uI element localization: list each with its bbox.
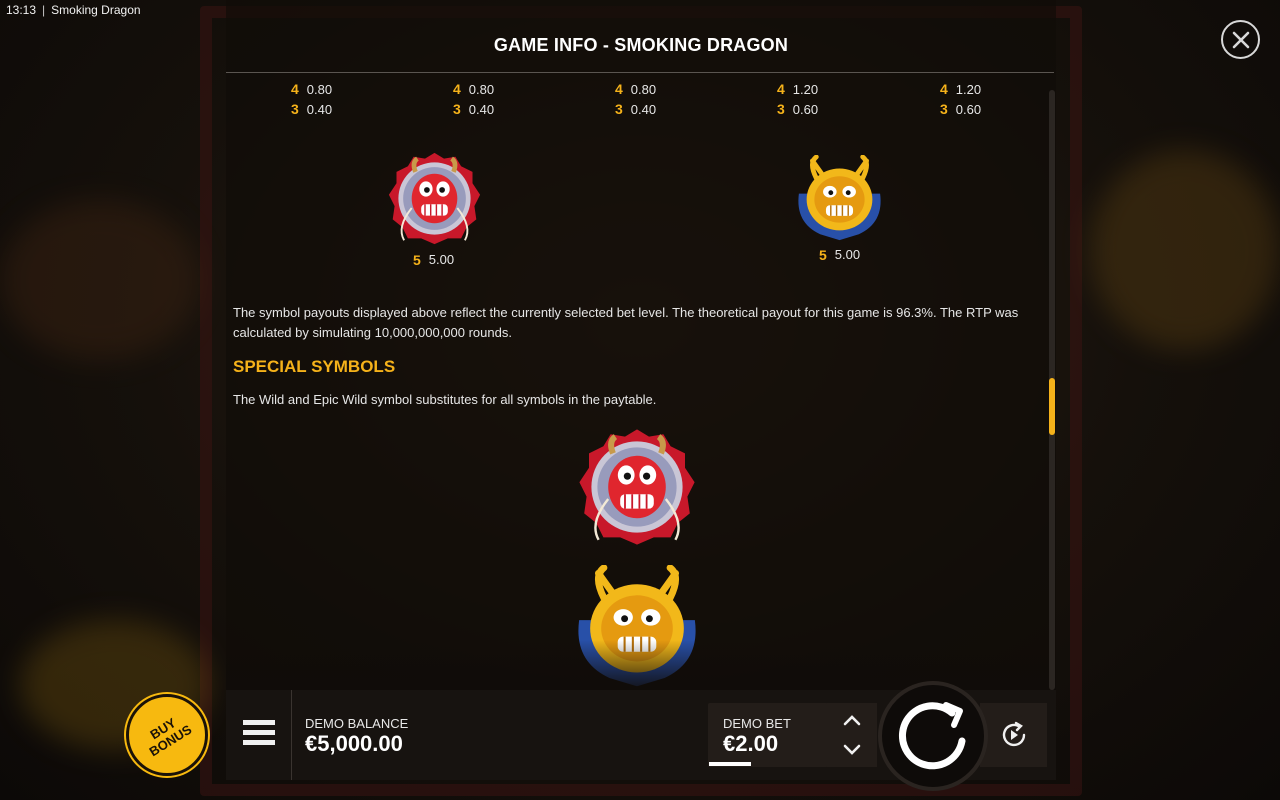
spin-button[interactable] bbox=[878, 681, 988, 791]
wild-symbol bbox=[577, 426, 697, 548]
status-separator: | bbox=[42, 3, 46, 17]
symbol-count: 3 bbox=[940, 101, 948, 117]
autoplay-button[interactable] bbox=[980, 703, 1047, 767]
symbol-count: 4 bbox=[940, 81, 948, 97]
red-dragon-symbol bbox=[387, 151, 482, 246]
payout-value: 0.40 bbox=[630, 101, 657, 117]
pay-row-3: 3 0.40 bbox=[615, 99, 705, 119]
special-symbols-heading: SPECIAL SYMBOLS bbox=[233, 357, 396, 376]
gold-dragon-symbol bbox=[791, 154, 888, 242]
symbol-count: 4 bbox=[777, 81, 785, 97]
menu-button[interactable] bbox=[243, 720, 275, 752]
pay-row-3: 3 0.40 bbox=[453, 99, 543, 119]
wild-dragon-icon bbox=[579, 429, 695, 545]
bet-value: €2.00 bbox=[723, 731, 779, 756]
paytable-column: 4 0.80 3 0.40 bbox=[291, 79, 381, 119]
red-dragon-icon bbox=[388, 152, 481, 245]
pay-row-3: 3 0.40 bbox=[291, 99, 381, 119]
bet-adjust-buttons[interactable] bbox=[827, 703, 877, 767]
buy-bonus-button[interactable]: BUY BONUS bbox=[126, 694, 208, 776]
special-symbols-description: The Wild and Epic Wild symbol substitute… bbox=[233, 392, 657, 407]
scrollbar-thumb[interactable] bbox=[1049, 378, 1055, 435]
buy-bonus-label: BUY BONUS bbox=[146, 715, 195, 760]
paytable-column: 4 1.20 3 0.60 bbox=[777, 79, 867, 119]
symbol-count: 4 bbox=[291, 81, 299, 97]
paytable-column: 4 0.80 3 0.40 bbox=[453, 79, 543, 119]
background-blob bbox=[0, 200, 200, 360]
balance-value: €5,000.00 bbox=[305, 731, 403, 756]
app-name: Smoking Dragon bbox=[51, 3, 141, 17]
paytable-column: 4 1.20 3 0.60 bbox=[940, 79, 1030, 119]
pay-row-4: 4 1.20 bbox=[777, 79, 867, 99]
gold-dragon-payout: 5 5.00 bbox=[819, 247, 860, 263]
clock: 13:13 bbox=[6, 3, 37, 17]
info-content[interactable]: 4 0.80 3 0.40 4 0.80 3 0.40 4 0.80 3 0.40 4 1.2… bbox=[226, 73, 1046, 690]
payout-value: 1.20 bbox=[955, 81, 982, 97]
game-info-panel[interactable]: GAME INFO - SMOKING DRAGON 4 0.80 3 0.40 4… bbox=[226, 0, 1056, 690]
symbol-count: 3 bbox=[291, 101, 299, 117]
pay-row-4: 4 1.20 bbox=[940, 79, 1030, 99]
symbol-count: 3 bbox=[615, 101, 623, 117]
control-divider bbox=[291, 690, 292, 780]
pay-row-4: 4 0.80 bbox=[615, 79, 705, 99]
background-blob bbox=[1090, 150, 1280, 350]
payout-value: 0.40 bbox=[306, 101, 333, 117]
symbol-count: 5 bbox=[413, 252, 421, 268]
balance-label: DEMO BALANCE bbox=[305, 716, 409, 731]
symbol-count: 3 bbox=[777, 101, 785, 117]
payout-value: 0.80 bbox=[468, 81, 495, 97]
payout-value: 5.00 bbox=[834, 247, 861, 262]
menu-icon bbox=[243, 720, 275, 745]
payout-value: 0.80 bbox=[306, 81, 333, 97]
payout-value: 0.80 bbox=[630, 81, 657, 97]
close-icon bbox=[1232, 31, 1249, 48]
spin-icon bbox=[898, 702, 966, 770]
symbol-count: 3 bbox=[453, 101, 461, 117]
bet-indicator bbox=[709, 762, 751, 766]
paytable-column: 4 0.80 3 0.40 bbox=[615, 79, 705, 119]
payout-value: 5.00 bbox=[428, 252, 455, 267]
pay-row-3: 3 0.60 bbox=[940, 99, 1030, 119]
pay-row-3: 3 0.60 bbox=[777, 99, 867, 119]
symbol-count: 5 bbox=[819, 247, 827, 263]
gold-dragon-icon bbox=[798, 154, 881, 241]
pay-row-4: 4 0.80 bbox=[291, 79, 381, 99]
chevron-up-icon[interactable] bbox=[842, 713, 862, 727]
rtp-text: The symbol payouts displayed above refle… bbox=[233, 305, 1019, 340]
autoplay-icon bbox=[1002, 721, 1025, 747]
payout-value: 1.20 bbox=[792, 81, 819, 97]
payout-value: 0.60 bbox=[792, 101, 819, 117]
chevron-down-icon[interactable] bbox=[842, 743, 862, 757]
pay-row-4: 4 0.80 bbox=[453, 79, 543, 99]
bet-label: DEMO BET bbox=[723, 716, 791, 731]
payout-value: 0.40 bbox=[468, 101, 495, 117]
symbol-count: 4 bbox=[615, 81, 623, 97]
payout-value: 0.60 bbox=[955, 101, 982, 117]
close-button[interactable] bbox=[1221, 20, 1260, 59]
red-dragon-payout: 5 5.00 bbox=[413, 252, 454, 268]
page-title: GAME INFO - SMOKING DRAGON bbox=[493, 35, 789, 55]
symbol-count: 4 bbox=[453, 81, 461, 97]
